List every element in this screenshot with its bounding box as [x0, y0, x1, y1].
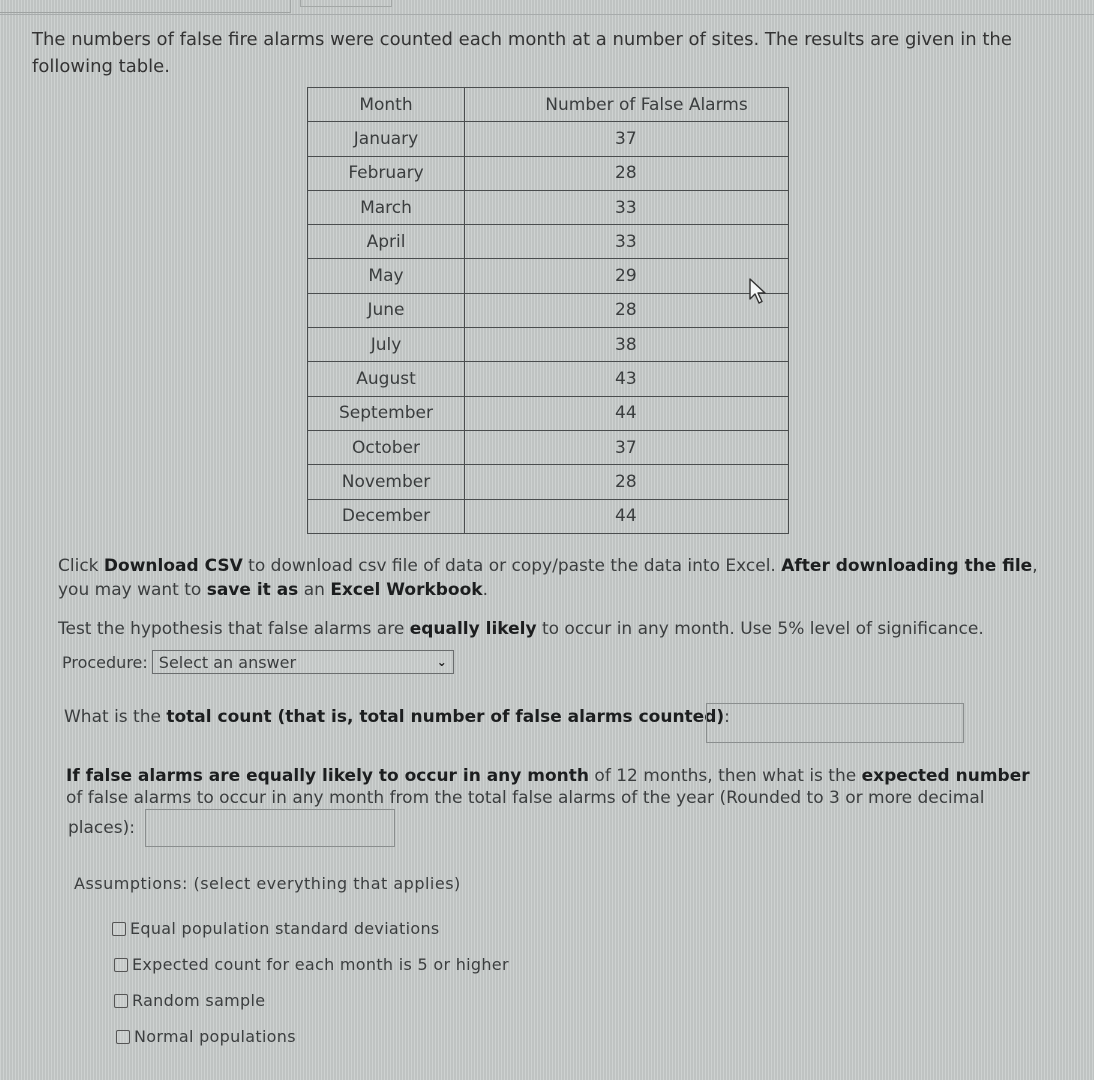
download-csv-link[interactable]: Download CSV	[104, 556, 243, 576]
count-cell: 33	[464, 189, 789, 226]
table-row: December 44	[307, 498, 789, 534]
table-row: August 43	[307, 361, 789, 397]
month-cell: July	[307, 327, 465, 363]
false-alarms-table: Month Number of False Alarms January 37 F…	[307, 86, 789, 534]
mouse-pointer-icon	[749, 278, 766, 304]
month-cell: February	[307, 155, 465, 191]
assumption-option-equal-sd[interactable]: Equal population standard deviations	[112, 919, 440, 938]
expected-number-question: If false alarms are equally likely to oc…	[66, 766, 1030, 808]
count-cell: 28	[464, 292, 789, 329]
table-row: October 37	[307, 429, 789, 466]
expected-number-input[interactable]	[145, 809, 395, 847]
count-cell: 37	[464, 121, 789, 157]
problem-intro: The numbers of false fire alarms were co…	[32, 29, 1012, 77]
month-cell: August	[307, 361, 465, 397]
table-row: April 33	[307, 224, 789, 260]
header-month: Month	[307, 86, 465, 123]
hypothesis-instructions: Test the hypothesis that false alarms ar…	[58, 619, 984, 639]
table-row: March 33	[307, 189, 789, 226]
procedure-selected-value: Select an answer	[158, 652, 297, 672]
expected-number-places-label: places):	[68, 818, 135, 838]
count-cell: 29	[464, 258, 789, 294]
total-count-input[interactable]	[706, 703, 964, 743]
table-row: July 38	[307, 327, 789, 363]
table-row: June 28	[307, 292, 789, 329]
assumptions-label: Assumptions: (select everything that app…	[74, 874, 461, 893]
table-row: February 28	[307, 155, 789, 191]
browser-top-edge	[0, 0, 1094, 15]
table-row: September 44	[307, 395, 789, 431]
header-count: Number of False Alarms	[464, 86, 789, 123]
top-frame-segment	[300, 0, 392, 7]
count-cell: 44	[464, 395, 789, 431]
month-cell: November	[307, 464, 465, 500]
month-cell: March	[307, 189, 465, 226]
table-row: November 28	[307, 464, 789, 500]
month-cell: May	[307, 258, 465, 294]
count-cell: 33	[464, 224, 789, 260]
download-instructions: Click Download CSV to download csv file …	[58, 556, 1038, 600]
count-cell: 28	[464, 155, 789, 191]
checkbox[interactable]	[114, 957, 128, 972]
count-cell: 44	[464, 498, 789, 534]
count-cell: 28	[464, 464, 789, 500]
month-cell: April	[307, 224, 465, 260]
month-cell: December	[307, 498, 465, 534]
checkbox[interactable]	[116, 1029, 130, 1044]
table-row: January 37	[307, 121, 789, 157]
count-cell: 37	[464, 429, 789, 466]
month-cell: June	[307, 292, 465, 329]
total-count-question: What is the total count (that is, total …	[64, 707, 730, 727]
assumption-option-normal-populations[interactable]: Normal populations	[116, 1027, 296, 1046]
table-header-row: Month Number of False Alarms	[307, 86, 789, 123]
checkbox[interactable]	[114, 993, 128, 1008]
procedure-label: Procedure:	[62, 652, 148, 672]
checkbox[interactable]	[112, 921, 126, 936]
chevron-down-icon: ⌄	[436, 655, 447, 669]
table-row: May 29	[307, 258, 789, 294]
month-cell: September	[307, 395, 465, 431]
count-cell: 38	[464, 327, 789, 363]
count-cell: 43	[464, 361, 789, 397]
top-frame-segment	[0, 0, 291, 13]
assumption-option-random-sample[interactable]: Random sample	[114, 991, 265, 1010]
procedure-row: Procedure: Select an answer ⌄	[62, 650, 454, 674]
month-cell: January	[307, 121, 465, 157]
month-cell: October	[307, 429, 465, 466]
assumption-option-expected-count[interactable]: Expected count for each month is 5 or hi…	[114, 955, 509, 974]
procedure-select[interactable]: Select an answer ⌄	[151, 650, 454, 674]
